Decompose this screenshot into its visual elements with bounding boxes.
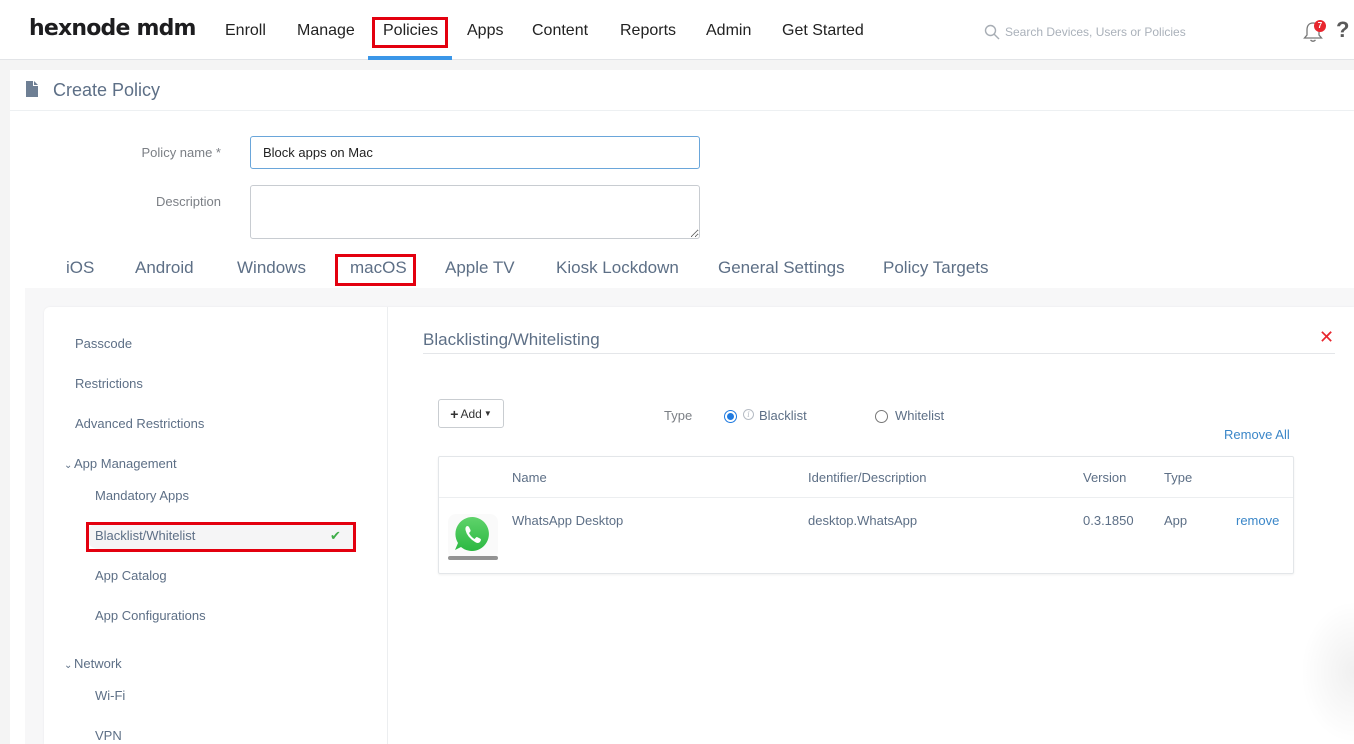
whitelist-radio-label[interactable]: Whitelist [895,408,944,423]
global-search-input[interactable] [1005,21,1245,43]
chevron-down-icon: ⌄ [64,660,73,671]
plus-icon: + [450,405,459,422]
cell-app-version: 0.3.1850 [1083,513,1134,528]
notification-count-badge: 7 [1314,20,1326,32]
tab-macos[interactable]: macOS [350,258,407,278]
blacklist-radio[interactable] [724,410,737,423]
sidebar-group-label: Network [74,656,122,671]
remove-app-link[interactable]: remove [1236,513,1279,528]
nav-active-indicator [368,56,452,60]
remove-all-link[interactable]: Remove All [1224,427,1290,442]
tab-general-settings[interactable]: General Settings [718,258,845,278]
search-icon [984,24,1000,40]
sidebar-group-app-management[interactable]: ⌄ App Management [64,456,177,471]
sidebar-item-mandatory-apps[interactable]: Mandatory Apps [95,488,189,503]
tab-ios[interactable]: iOS [66,258,94,278]
nav-enroll[interactable]: Enroll [225,22,266,40]
tab-policy-targets[interactable]: Policy Targets [883,258,989,278]
policy-name-input[interactable] [250,136,700,169]
blacklist-radio-label[interactable]: Blacklist [759,408,807,423]
policy-name-label: Policy name * [141,145,221,160]
type-label: Type [664,408,693,423]
sidebar-item-wifi[interactable]: Wi-Fi [95,688,125,703]
sidebar-group-label: App Management [74,456,177,471]
nav-admin[interactable]: Admin [706,22,751,40]
sidebar-item-app-catalog[interactable]: App Catalog [95,568,167,583]
sidebar-item-app-configurations[interactable]: App Configurations [95,608,206,623]
cell-app-name: WhatsApp Desktop [512,513,624,528]
whatsapp-icon [448,514,498,560]
top-navigation-bar: hexnode mdm Enroll Manage Policies Apps … [0,0,1354,60]
tab-apple-tv[interactable]: Apple TV [445,258,515,278]
sidebar-item-advanced-restrictions[interactable]: Advanced Restrictions [75,416,204,431]
column-header-name: Name [512,470,547,485]
nav-apps[interactable]: Apps [467,22,503,40]
apps-table: Name Identifier/Description Version Type… [438,456,1294,574]
nav-get-started[interactable]: Get Started [782,22,864,40]
tab-android[interactable]: Android [135,258,194,278]
section-title: Blacklisting/Whitelisting [423,330,600,349]
sidebar-group-network[interactable]: ⌄ Network [64,656,122,671]
caret-down-icon: ▼ [483,409,492,418]
sidebar-item-restrictions[interactable]: Restrictions [75,376,143,391]
whitelist-radio[interactable] [875,410,888,423]
configured-check-icon: ✔ [330,528,341,543]
policy-sidebar: Passcode Restrictions Advanced Restricti… [44,307,388,744]
nav-manage[interactable]: Manage [297,22,355,40]
section-divider [423,353,1335,354]
column-header-identifier: Identifier/Description [808,470,927,485]
nav-reports[interactable]: Reports [620,22,676,40]
chevron-down-icon: ⌄ [64,460,73,471]
page-title: Create Policy [53,80,161,100]
tab-windows[interactable]: Windows [237,258,306,278]
close-section-icon[interactable]: ✕ [1319,327,1334,348]
policy-settings-card: Passcode Restrictions Advanced Restricti… [44,307,1354,744]
column-header-version: Version [1083,470,1127,485]
nav-policies[interactable]: Policies [383,22,438,40]
add-app-dropdown-button[interactable]: + Add ▼ [438,399,504,428]
description-textarea[interactable] [250,185,700,239]
help-icon[interactable]: ? [1336,17,1349,43]
sidebar-item-blacklist-whitelist[interactable]: Blacklist/Whitelist [95,528,195,543]
sidebar-item-vpn[interactable]: VPN [95,728,122,743]
info-icon[interactable]: i [743,409,754,420]
column-header-type: Type [1164,470,1193,485]
document-icon [26,81,38,97]
cell-app-type: App [1164,513,1188,528]
cell-app-identifier: desktop.WhatsApp [808,513,918,528]
tab-kiosk-lockdown[interactable]: Kiosk Lockdown [556,258,679,278]
add-button-label: Add [460,406,482,421]
nav-content[interactable]: Content [532,22,588,40]
page-header: Create Policy [10,70,1354,111]
description-label: Description [155,194,221,209]
hexnode-logo[interactable]: hexnode mdm [29,16,196,41]
table-header-row: Name Identifier/Description Version Type [439,457,1293,498]
sidebar-item-passcode[interactable]: Passcode [75,336,132,351]
